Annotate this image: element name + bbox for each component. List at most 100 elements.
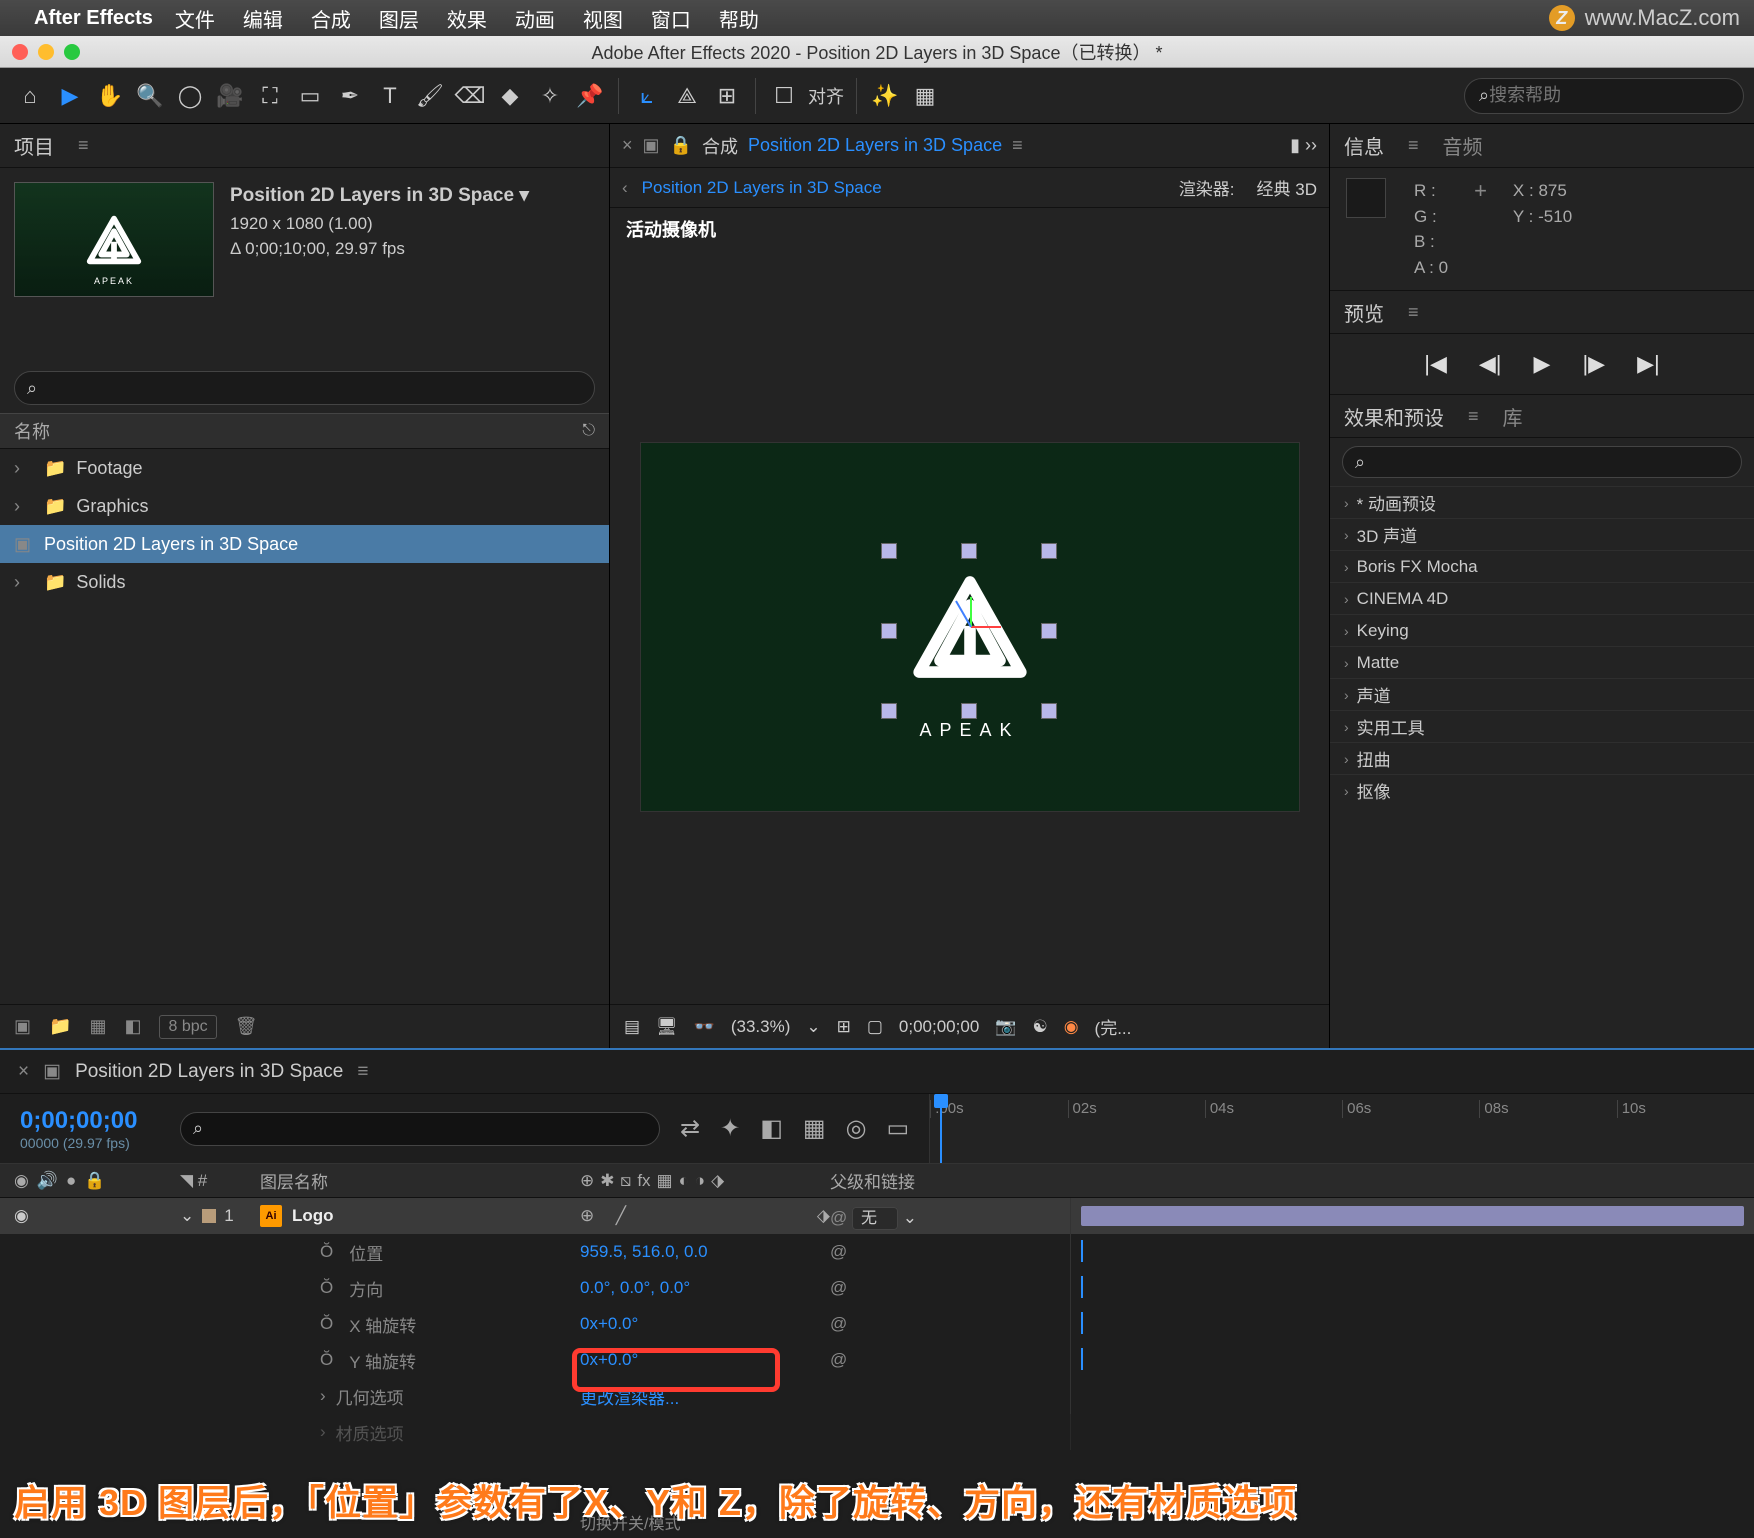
menu-view[interactable]: 视图 (583, 4, 623, 33)
3d-switch-icon[interactable]: ⬗ (817, 1206, 830, 1226)
switch-icon[interactable]: ✱ (600, 1171, 614, 1191)
current-time[interactable]: 0;00;00;00 00000 (29.97 fps) (0, 1107, 180, 1151)
property-row-position[interactable]: Ŏ位置 959.5, 516.0, 0.0 @ (0, 1234, 1754, 1270)
roto-tool[interactable]: ✧ (530, 76, 570, 116)
channels-icon[interactable]: ◉ (1064, 1017, 1079, 1037)
switch-icon[interactable]: ◐ (679, 1171, 689, 1191)
snapshot-icon[interactable]: 📷 (995, 1017, 1016, 1037)
effects-search[interactable]: ⌕ (1342, 446, 1742, 478)
playhead[interactable] (940, 1094, 942, 1163)
switch-icon[interactable]: ▦ (657, 1171, 673, 1191)
selection-tool[interactable]: ▶ (50, 76, 90, 116)
comp-mini-flow-icon[interactable]: ⇄ (680, 1114, 700, 1143)
tree-item-comp[interactable]: ▣Position 2D Layers in 3D Space (0, 525, 609, 563)
property-row-xrot[interactable]: ŎX 轴旋转 0x+0.0° @ (0, 1306, 1754, 1342)
stopwatch-icon[interactable]: Ŏ (320, 1350, 333, 1370)
property-group-geo[interactable]: › 几何选项 更改渲染器... (0, 1378, 1754, 1414)
region-icon[interactable]: ▢ (867, 1017, 883, 1037)
project-item-title[interactable]: Position 2D Layers in 3D Space ▾ (230, 182, 529, 211)
chevron-right-icon[interactable]: › (320, 1386, 326, 1406)
res-icon[interactable]: ▤ (624, 1017, 640, 1037)
effects-category[interactable]: ›* 动画预设 (1330, 486, 1754, 518)
tree-item-footage[interactable]: ›📁Footage (0, 449, 609, 487)
eye-toggle[interactable]: ◉ (14, 1206, 29, 1226)
shy-icon[interactable]: ✦ (720, 1114, 740, 1143)
layer-bar[interactable] (1081, 1206, 1744, 1226)
last-frame-button[interactable]: ▶| (1637, 351, 1660, 377)
axis-world-icon[interactable]: ⟁ (667, 76, 707, 116)
audio-tab[interactable]: 音频 (1443, 131, 1483, 160)
prop-value[interactable]: 0x+0.0° (580, 1314, 830, 1334)
brush-tool[interactable]: 🖌 (410, 76, 450, 116)
pickwhip-icon[interactable]: @ (830, 1278, 847, 1297)
prop-value[interactable]: 0.0°, 0.0°, 0.0° (580, 1278, 830, 1298)
timecode[interactable]: 0;00;00;00 (20, 1107, 180, 1135)
pickwhip-icon[interactable]: @ (830, 1208, 847, 1227)
effects-category[interactable]: ›扭曲 (1330, 742, 1754, 774)
menu-composition[interactable]: 合成 (311, 4, 351, 33)
panel-menu-icon[interactable]: ≡ (1408, 302, 1419, 323)
stopwatch-icon[interactable]: Ŏ (320, 1314, 333, 1334)
close-tab-icon[interactable]: × (622, 135, 633, 156)
solo-col-icon[interactable]: ● (66, 1171, 76, 1191)
effects-category[interactable]: ›抠像 (1330, 774, 1754, 806)
switch-icon[interactable]: ⬗ (711, 1171, 724, 1191)
tree-item-graphics[interactable]: ›📁Graphics (0, 487, 609, 525)
effects-category[interactable]: ›实用工具 (1330, 710, 1754, 742)
play-button[interactable]: ▶ (1534, 351, 1551, 377)
first-frame-button[interactable]: |◀ (1424, 351, 1447, 377)
breadcrumb-back-icon[interactable]: ‹ (622, 178, 628, 198)
clone-tool[interactable]: ⌫ (450, 76, 490, 116)
timeline-search[interactable]: ⌕ (180, 1112, 660, 1146)
puppet-tool[interactable]: 📌 (570, 76, 610, 116)
viewport[interactable]: APEAK (640, 442, 1300, 812)
orbit-tool[interactable]: ◯ (170, 76, 210, 116)
prop-value[interactable]: 959.5, 516.0, 0.0 (580, 1242, 830, 1262)
label-color[interactable] (202, 1209, 216, 1223)
app-name[interactable]: After Effects (34, 7, 153, 30)
draft-3d-icon[interactable]: ▭ (887, 1114, 910, 1143)
frame-blend-icon[interactable]: ◧ (760, 1114, 783, 1143)
lock-icon[interactable]: 🔒 (670, 135, 692, 156)
project-tab[interactable]: 项目 (14, 131, 54, 160)
menu-animation[interactable]: 动画 (515, 4, 555, 33)
graph-editor-icon[interactable]: ◎ (846, 1114, 867, 1143)
property-row-yrot[interactable]: ŎY 轴旋转 0x+0.0° @ (0, 1342, 1754, 1378)
layer-name[interactable]: Logo (292, 1206, 334, 1226)
interpret-icon[interactable]: ▣ (14, 1016, 31, 1037)
tree-tag-icon[interactable]: ⎋ (582, 422, 595, 440)
comp-tab-name[interactable]: Position 2D Layers in 3D Space (748, 135, 1002, 156)
col-parent[interactable]: 父级和链接 (830, 1168, 1070, 1193)
time-ruler[interactable]: :00s 02s 04s 06s 08s 10s (929, 1094, 1754, 1163)
zoom-dropdown[interactable]: (33.3%) (731, 1017, 791, 1037)
pickwhip-icon[interactable]: @ (830, 1242, 847, 1261)
twirl-icon[interactable]: ⌄ (180, 1206, 194, 1226)
timeline-tab[interactable]: Position 2D Layers in 3D Space (75, 1061, 343, 1083)
switch-icon[interactable]: ⊕ (580, 1171, 594, 1191)
panel-menu-icon[interactable]: ≡ (78, 135, 89, 156)
switch-icon[interactable]: ◑ (695, 1171, 705, 1191)
pen-tool[interactable]: ✒ (330, 76, 370, 116)
effects-category[interactable]: ›声道 (1330, 678, 1754, 710)
resolution-label[interactable]: (完... (1095, 1014, 1132, 1039)
grid-icon[interactable]: ▦ (905, 76, 945, 116)
preview-tab[interactable]: 预览 (1344, 298, 1384, 327)
next-panel-icon[interactable]: ▮ ›› (1290, 135, 1317, 156)
project-thumbnail[interactable]: APEAK (14, 182, 214, 297)
wand-icon[interactable]: ✨ (865, 76, 905, 116)
close-tab-icon[interactable]: × (18, 1061, 29, 1083)
shape-tool[interactable]: ▭ (290, 76, 330, 116)
menu-file[interactable]: 文件 (175, 4, 215, 33)
prev-frame-button[interactable]: ◀| (1479, 351, 1502, 377)
project-search[interactable]: ⌕ (14, 371, 595, 405)
stopwatch-icon[interactable]: Ŏ (320, 1278, 333, 1298)
effects-category[interactable]: ›3D 声道 (1330, 518, 1754, 550)
switch-icon[interactable]: fx (637, 1171, 650, 1191)
viewer[interactable]: APEAK (610, 250, 1329, 1004)
axis-view-icon[interactable]: ⊞ (707, 76, 747, 116)
help-search-input[interactable] (1489, 85, 1729, 106)
panel-menu-icon[interactable]: ≡ (1012, 135, 1023, 156)
quality-icon[interactable]: ╱ (616, 1206, 626, 1226)
effects-category[interactable]: ›Matte (1330, 646, 1754, 678)
menu-help[interactable]: 帮助 (719, 4, 759, 33)
